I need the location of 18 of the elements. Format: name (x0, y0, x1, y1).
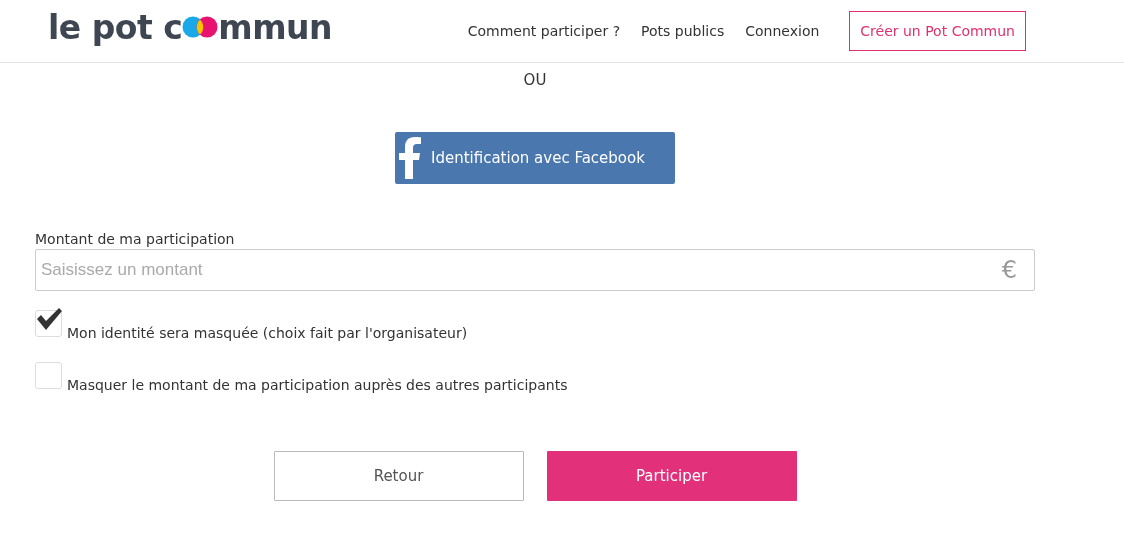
amount-label: Montant de ma participation (35, 231, 236, 247)
checkbox-label: Masquer le montant de ma participation auprès des autres participants (67, 377, 568, 393)
participate-button[interactable]: Participer (546, 451, 797, 501)
back-button[interactable]: Retour (273, 451, 524, 501)
currency-symbol: € (1001, 256, 1017, 284)
nav-link[interactable]: Comment participer ? (467, 23, 621, 39)
separator-text: OU (523, 71, 547, 89)
facebook-login-button[interactable]: Identification avec Facebook (395, 132, 675, 184)
nav-link[interactable]: Pots publics (641, 23, 725, 39)
nav-link[interactable]: Connexion (745, 23, 820, 39)
logo-circles-icon (182, 16, 219, 38)
logo[interactable]: le pot c mmun (48, 7, 333, 47)
checkmark-icon (36, 308, 63, 330)
create-pot-button[interactable]: Créer un Pot Commun (849, 11, 1026, 51)
checkbox[interactable] (35, 362, 62, 389)
facebook-icon (399, 137, 421, 179)
checkbox[interactable] (35, 310, 62, 337)
checkbox-label: Mon identité sera masquée (choix fait par l'organisateur) (67, 325, 468, 341)
